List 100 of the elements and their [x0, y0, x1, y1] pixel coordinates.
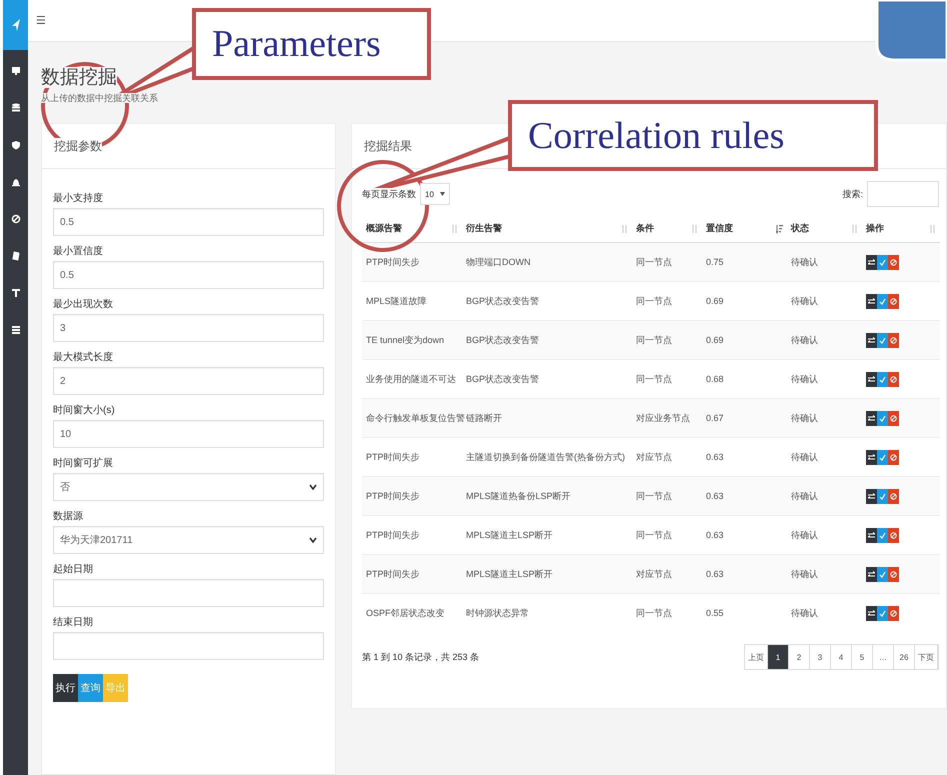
page-link[interactable]: 上页	[745, 645, 768, 669]
sort-icon[interactable]	[776, 224, 783, 234]
table-cell: 0.55	[706, 608, 724, 618]
logo[interactable]	[3, 0, 28, 50]
swap-button[interactable]	[866, 606, 877, 620]
table-cell: PTP时间失步	[366, 256, 420, 266]
input-field[interactable]: 0.5	[53, 208, 324, 236]
table-cell: 对应节点	[636, 568, 672, 578]
menu-icon[interactable]: ☰	[36, 14, 46, 27]
document-icon[interactable]	[10, 251, 20, 261]
record-summary: 第 1 到 10 条记录，共 253 条	[362, 650, 480, 664]
ban-icon	[890, 492, 897, 500]
table-cell: 待确认	[791, 256, 818, 266]
input-field[interactable]	[53, 579, 324, 607]
reject-button[interactable]	[888, 410, 899, 426]
input-field[interactable]: 0.5	[53, 261, 324, 289]
swap-icon	[868, 610, 875, 616]
field-label: 数据源	[53, 511, 83, 522]
column-header[interactable]: 概源告警	[366, 222, 402, 235]
reject-button[interactable]	[888, 566, 899, 582]
reject-button[interactable]	[888, 606, 899, 620]
check-icon	[879, 258, 886, 266]
input-field[interactable]	[53, 632, 324, 660]
swap-icon	[868, 376, 875, 382]
table-cell: 待确认	[791, 296, 818, 306]
ban-icon	[890, 376, 897, 382]
table-cell: 命令行触发单板复位告警	[366, 412, 465, 422]
column-header[interactable]: 条件	[636, 222, 654, 235]
table-cell: BGP状态改变告警	[466, 374, 540, 384]
swap-button[interactable]	[866, 332, 877, 348]
ban-icon	[890, 414, 897, 422]
field-label: 最小支持度	[53, 193, 103, 204]
table-cell: 0.63	[706, 452, 724, 462]
select-field[interactable]: 华为天津201711	[53, 526, 324, 554]
table-cell: PTP时间失步	[366, 490, 420, 500]
swap-button[interactable]	[866, 294, 877, 308]
swap-button[interactable]	[866, 450, 877, 464]
filter-icon[interactable]	[10, 288, 20, 298]
table-cell: 同一节点	[636, 530, 672, 540]
swap-icon	[868, 258, 875, 266]
input-field[interactable]: 2	[53, 367, 324, 395]
field-label: 最小置信度	[53, 246, 103, 257]
select-field[interactable]: 否	[53, 473, 324, 501]
table-cell: 0.63	[706, 491, 724, 501]
column-header[interactable]: 置信度	[706, 222, 733, 235]
check-icon	[879, 376, 886, 382]
table-cell: 0.63	[706, 530, 724, 540]
table-cell: BGP状态改变告警	[466, 334, 540, 344]
reject-button[interactable]	[888, 528, 899, 542]
table-cell: 待确认	[791, 530, 818, 540]
shield-icon[interactable]	[10, 140, 20, 150]
swap-button[interactable]	[866, 372, 877, 386]
reject-button[interactable]	[888, 372, 899, 386]
table-cell: 同一节点	[636, 608, 672, 618]
database-icon[interactable]	[10, 103, 20, 113]
swap-button[interactable]	[866, 488, 877, 504]
table-cell: 业务使用的隧道不可达	[366, 374, 456, 384]
table-cell: PTP时间失步	[366, 568, 420, 578]
table-cell: PTP时间失步	[366, 530, 420, 540]
list-icon[interactable]	[10, 325, 20, 335]
table-cell: 链路断开	[466, 412, 502, 422]
reject-button[interactable]	[888, 450, 899, 464]
swap-icon	[868, 570, 875, 578]
column-header[interactable]: 状态	[791, 222, 809, 235]
monitor-icon[interactable]	[10, 66, 20, 76]
input-field[interactable]: 3	[53, 314, 324, 342]
table-cell: 待确认	[791, 374, 818, 384]
page-link[interactable]: 1	[768, 645, 789, 669]
input-field[interactable]: 10	[53, 420, 324, 448]
column-header[interactable]: 衍生告警	[466, 222, 502, 235]
check-icon	[879, 492, 886, 500]
table-cell: 同一节点	[636, 374, 672, 384]
page-size-select[interactable]: 10	[420, 183, 450, 205]
table-cell: 时钟源状态异常	[466, 608, 529, 618]
table-cell: 同一节点	[636, 334, 672, 344]
search-field[interactable]	[867, 181, 939, 207]
bell-icon[interactable]	[10, 177, 20, 187]
table-cell: MPLS隧道热备份LSP断开	[466, 490, 571, 500]
swap-icon	[868, 298, 875, 304]
ban-icon[interactable]	[10, 214, 20, 224]
check-icon	[879, 298, 886, 304]
swap-button[interactable]	[866, 528, 877, 542]
column-header[interactable]: 操作	[866, 222, 884, 235]
action-button[interactable]: 执行	[53, 674, 78, 702]
field-label: 时间窗可扩展	[53, 458, 113, 469]
table-cell: 0.69	[706, 296, 724, 306]
table-cell: 物理端口DOWN	[466, 256, 530, 266]
table-cell: 待确认	[791, 608, 818, 618]
swap-button[interactable]	[866, 566, 877, 582]
reject-button[interactable]	[888, 332, 899, 348]
page-link[interactable]: 下页	[915, 645, 938, 669]
swap-button[interactable]	[866, 410, 877, 426]
swap-button[interactable]	[866, 254, 877, 270]
reject-button[interactable]	[888, 254, 899, 270]
table-cell: 0.67	[706, 413, 724, 423]
table-cell: 待确认	[791, 452, 818, 462]
swap-icon	[868, 532, 875, 538]
table-cell: 待确认	[791, 334, 818, 344]
reject-button[interactable]	[888, 488, 899, 504]
reject-button[interactable]	[888, 294, 899, 308]
